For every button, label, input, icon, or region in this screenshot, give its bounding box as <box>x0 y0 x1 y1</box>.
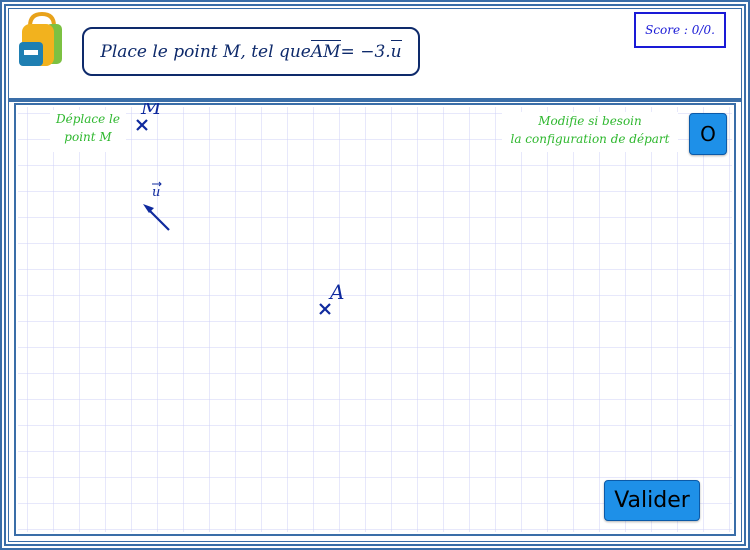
score-box: Score : 0/0. <box>634 12 726 48</box>
header-separator <box>9 98 741 102</box>
instruction-suffix: = −3. <box>340 41 391 62</box>
move-hint-line1: Déplace le <box>56 112 120 126</box>
instruction-box: Place le point M, tel que AM = −3. u <box>82 27 420 76</box>
move-hint-line2: point M <box>64 130 112 144</box>
modify-hint: Modifie si besoin la configuration de dé… <box>502 112 678 152</box>
vector-u-label: u <box>152 185 160 200</box>
graph-canvas[interactable]: M u A <box>14 103 736 536</box>
point-a-label: A <box>328 280 344 304</box>
grid <box>18 107 732 532</box>
score-text: Score : 0/0. <box>645 23 715 37</box>
instruction-prefix: Place le point M, tel que <box>100 41 311 62</box>
modify-hint-line2: la configuration de départ <box>510 132 670 146</box>
reset-config-button[interactable]: O <box>689 113 727 155</box>
vector-am: AM <box>310 39 341 62</box>
point-m-label: M <box>140 103 162 119</box>
vector-u: u <box>390 39 402 62</box>
school-bag-icon <box>19 12 62 66</box>
modify-hint-line1: Modifie si besoin <box>538 114 642 128</box>
validate-button[interactable]: Valider <box>604 480 700 521</box>
move-hint: Déplace le point M <box>50 110 126 152</box>
